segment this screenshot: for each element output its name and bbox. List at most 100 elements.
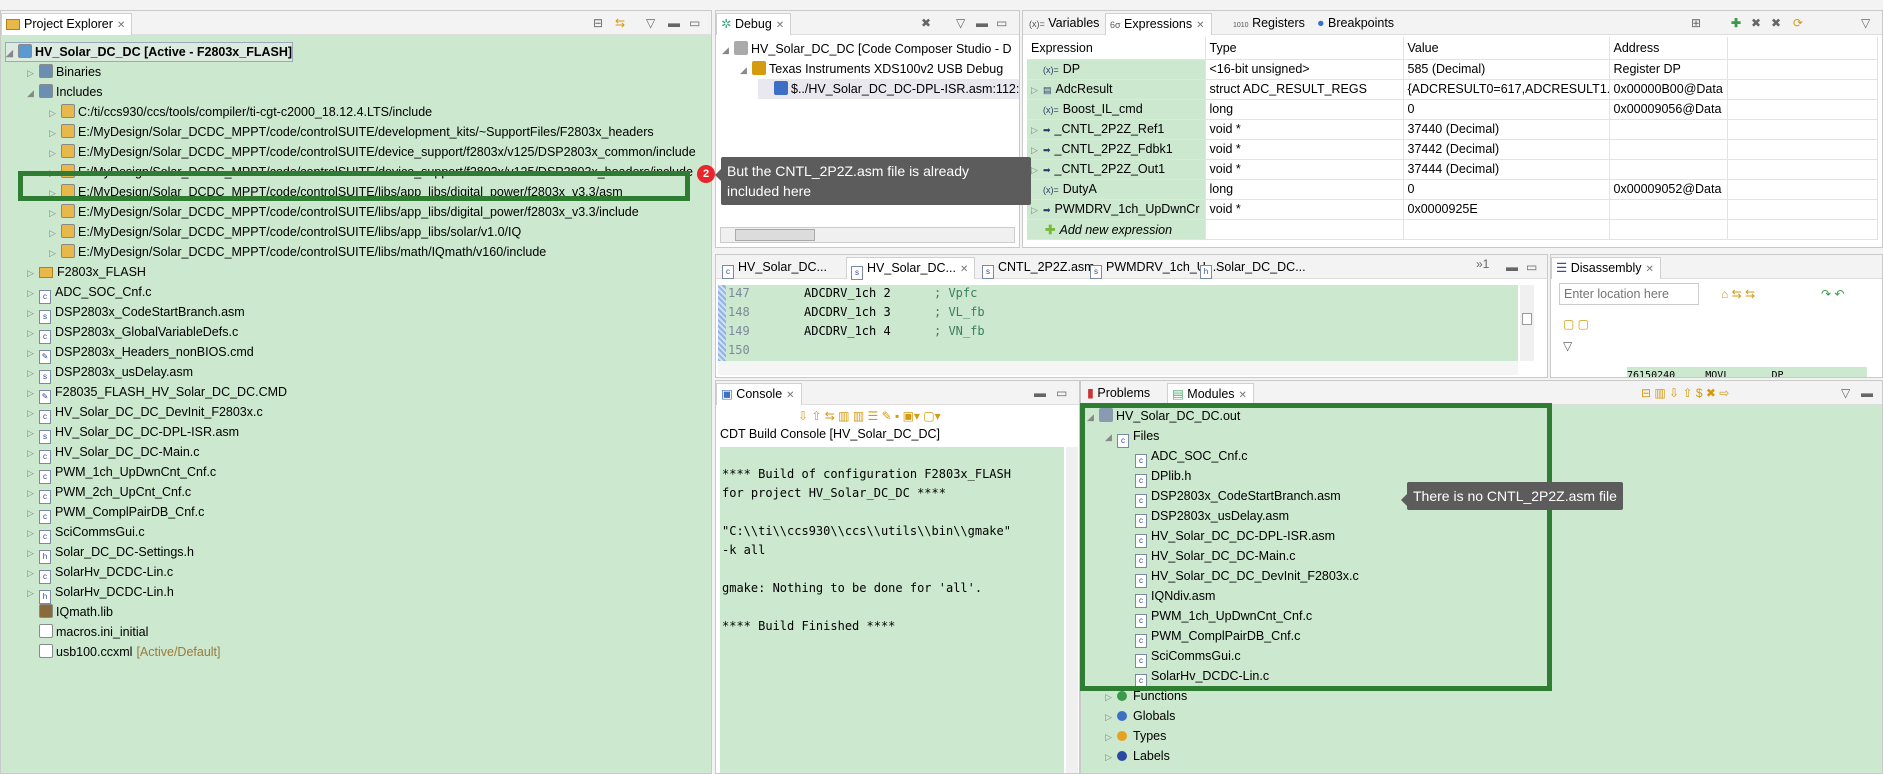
expression-value-cell[interactable]: 0 — [1403, 99, 1610, 120]
tree-item[interactable]: ▷ E:/MyDesign/Solar_DCDC_MPPT/code/contro… — [49, 162, 693, 182]
tree-item[interactable]: ▷ s HV_Solar_DC_DC-DPL-ISR.asm — [27, 422, 239, 444]
column-header-expression[interactable]: Expression — [1027, 37, 1206, 60]
expand-arrow-icon[interactable]: ▷ — [27, 443, 39, 463]
more-tabs-button[interactable]: »1 — [1476, 257, 1489, 271]
module-group[interactable]: ▷ Labels — [1105, 746, 1170, 766]
module-file[interactable]: c PWM_ComplPairDB_Cnf.c — [1123, 626, 1300, 648]
remove-icon[interactable]: ✖ — [1751, 16, 1761, 30]
console-toolbar-icons[interactable]: ⇩ ⇧ ⇆ ▥ ▥ ☰ ✎ ▪ ▣▾ ▢▾ — [798, 409, 941, 423]
module-file[interactable]: c DSP2803x_CodeStartBranch.asm — [1123, 486, 1341, 508]
collapse-arrow-icon[interactable]: ◢ — [740, 60, 752, 80]
expand-arrow-icon[interactable]: ▷ — [49, 143, 61, 163]
expand-arrow-icon[interactable]: ▷ — [49, 243, 61, 263]
add-expression-row[interactable]: ✚ Add new expression — [1027, 219, 1878, 240]
view-menu-icon[interactable]: ▽ — [1563, 339, 1572, 353]
minimize-icon[interactable]: ▬ — [1034, 386, 1046, 400]
tab-console[interactable]: ▣ Console ✕ — [716, 383, 802, 405]
tree-item[interactable]: ▷ c PWM_ComplPairDB_Cnf.c — [27, 502, 204, 524]
expression-type-cell[interactable]: long — [1205, 99, 1404, 120]
console-output[interactable]: **** Build of configuration F2803x_FLASH… — [720, 447, 1064, 773]
modules-toolbar-icons[interactable]: ⊟ ▥ ⇩ ⇧ $ ✖ ⇨ — [1641, 386, 1729, 400]
expand-arrow-icon[interactable]: ▷ — [27, 423, 39, 443]
column-header-value[interactable]: Value — [1403, 37, 1610, 60]
expression-address-cell[interactable] — [1609, 119, 1728, 140]
expression-row[interactable]: (x)= Boost_IL_cmd long 0 0x00009056@Data — [1027, 99, 1878, 120]
expand-arrow-icon[interactable]: ▷ — [49, 183, 61, 203]
tree-item[interactable]: ▷ c PWM_1ch_UpDwnCnt_Cnf.c — [27, 462, 216, 484]
expand-arrow-icon[interactable]: ▷ — [49, 203, 61, 223]
close-icon[interactable]: ✕ — [1239, 390, 1247, 401]
expression-name-cell[interactable]: ▷ ➡ _CNTL_2P2Z_Fdbk1 — [1027, 139, 1206, 160]
expression-name-cell[interactable]: ▷ ➡ _CNTL_2P2Z_Out1 — [1027, 159, 1206, 180]
tree-item[interactable]: usb100.ccxml [Active/Default] — [27, 642, 221, 662]
tree-item[interactable]: ◢ HV_Solar_DC_DC [Active - F2803x_FLASH] — [5, 42, 294, 62]
expression-name-cell[interactable]: ▷ ➡ _CNTL_2P2Z_Ref1 — [1027, 119, 1206, 140]
tree-item[interactable]: ◢ Includes — [27, 82, 103, 102]
expand-arrow-icon[interactable]: ▷ — [1105, 727, 1117, 747]
debug-tree-item[interactable]: $../HV_Solar_DC_DC-DPL-ISR.asm:112:2 — [758, 79, 1019, 99]
expression-type-cell[interactable]: void * — [1205, 159, 1404, 180]
expression-type-cell[interactable]: <16-bit unsigned> — [1205, 59, 1404, 80]
horizontal-scrollbar[interactable] — [718, 361, 1518, 375]
expression-name-cell[interactable]: (x)= DutyA — [1027, 179, 1206, 200]
minimize-icon[interactable]: ▬ — [668, 16, 680, 30]
close-icon[interactable]: ✕ — [117, 20, 125, 31]
tab-disassembly[interactable]: ☰ Disassembly ✕ — [1551, 257, 1661, 279]
expression-name-cell[interactable]: ▷ ▤ AdcResult — [1027, 79, 1206, 100]
expand-arrow-icon[interactable]: ▷ — [27, 403, 39, 423]
expression-address-cell[interactable] — [1609, 199, 1728, 220]
vertical-scrollbar[interactable] — [1066, 447, 1078, 773]
tab-modules[interactable]: ▤ Modules ✕ — [1167, 383, 1254, 405]
module-file[interactable]: c HV_Solar_DC_DC_DevInit_F2803x.c — [1123, 566, 1359, 588]
tab-editor-file[interactable]: h Solar_DC_DC... — [1196, 257, 1312, 279]
expand-arrow-icon[interactable]: ▷ — [27, 363, 39, 383]
link-editor-icon[interactable]: ⇆ — [615, 16, 625, 30]
collapse-arrow-icon[interactable]: ◢ — [1105, 427, 1117, 447]
tree-item[interactable]: ▷ c ADC_SOC_Cnf.c — [27, 282, 152, 304]
remove-all-icon[interactable]: ✖ — [1771, 16, 1781, 30]
tree-item[interactable]: ▷ c SolarHv_DCDC-Lin.c — [27, 562, 173, 584]
module-file[interactable]: c SciCommsGui.c — [1123, 646, 1241, 668]
module-files-group[interactable]: ◢ c Files — [1105, 426, 1159, 448]
expand-arrow-icon[interactable]: ▷ — [27, 583, 39, 603]
close-icon[interactable]: ✕ — [1646, 264, 1654, 275]
code-area[interactable]: 147 ADCDRV_1ch 2 ; Vpfc 148 ADCDRV_1ch 3 ; VL… — [718, 285, 1518, 361]
expand-arrow-icon[interactable]: ▷ — [27, 563, 39, 583]
expand-arrow-icon[interactable]: ▷ — [1031, 125, 1043, 136]
module-file[interactable]: c ADC_SOC_Cnf.c — [1123, 446, 1248, 468]
expand-arrow-icon[interactable]: ▷ — [27, 543, 39, 563]
expression-value-cell[interactable]: 585 (Decimal) — [1403, 59, 1610, 80]
expression-address-cell[interactable] — [1609, 139, 1728, 160]
location-input[interactable] — [1559, 283, 1699, 305]
view-menu-icon[interactable]: ▽ — [1861, 16, 1870, 30]
module-file[interactable]: c IQNdiv.asm — [1123, 586, 1215, 608]
tree-item[interactable]: ▷ ✎ DSP2803x_Headers_nonBIOS.cmd — [27, 342, 254, 364]
tree-item[interactable]: ▷ c HV_Solar_DC_DC-Main.c — [27, 442, 200, 464]
tab-breakpoints[interactable]: ● Breakpoints — [1313, 13, 1400, 35]
expression-row[interactable]: ▷ ▤ AdcResult struct ADC_RESULT_REGS {ADCRES… — [1027, 79, 1878, 100]
expand-arrow-icon[interactable]: ▷ — [1105, 687, 1117, 707]
expression-type-cell[interactable]: struct ADC_RESULT_REGS — [1205, 79, 1404, 100]
expand-arrow-icon[interactable]: ▷ — [1031, 165, 1043, 176]
expand-arrow-icon[interactable]: ▷ — [49, 123, 61, 143]
debug-tree-item[interactable]: ◢ Texas Instruments XDS100v2 USB Debug — [740, 59, 1003, 79]
tree-item[interactable]: ▷ s DSP2803x_CodeStartBranch.asm — [27, 302, 245, 324]
expression-row[interactable]: (x)= DP <16-bit unsigned> 585 (Decimal) Regi… — [1027, 59, 1878, 80]
expression-row[interactable]: ▷ ➡ _CNTL_2P2Z_Out1 void * 37444 (Decimal) — [1027, 159, 1878, 180]
expression-row[interactable]: (x)= DutyA long 0 0x00009052@Data — [1027, 179, 1878, 200]
new-icon[interactable]: ▢ ▢ — [1563, 317, 1589, 331]
expression-value-cell[interactable]: {ADCRESULT0=617,ADCRESULT1... — [1403, 79, 1610, 100]
expand-arrow-icon[interactable]: ▷ — [27, 303, 39, 323]
expression-value-cell[interactable]: 37440 (Decimal) — [1403, 119, 1610, 140]
tree-item[interactable]: ▷ E:/MyDesign/Solar_DCDC_MPPT/code/contro… — [49, 202, 639, 222]
expression-value-cell[interactable]: 37442 (Decimal) — [1403, 139, 1610, 160]
expand-arrow-icon[interactable]: ▷ — [1031, 205, 1043, 216]
expand-arrow-icon[interactable]: ▷ — [27, 523, 39, 543]
tab-variables[interactable]: (x)= Variables — [1025, 13, 1105, 35]
tree-item[interactable]: ▷ h SolarHv_DCDC-Lin.h — [27, 582, 174, 604]
expression-type-cell[interactable]: void * — [1205, 199, 1404, 220]
tab-expressions[interactable]: 6σ Expressions ✕ — [1105, 13, 1212, 35]
expand-arrow-icon[interactable]: ▷ — [27, 463, 39, 483]
expand-arrow-icon[interactable]: ▷ — [27, 503, 39, 523]
expression-address-cell[interactable]: Register DP — [1609, 59, 1728, 80]
